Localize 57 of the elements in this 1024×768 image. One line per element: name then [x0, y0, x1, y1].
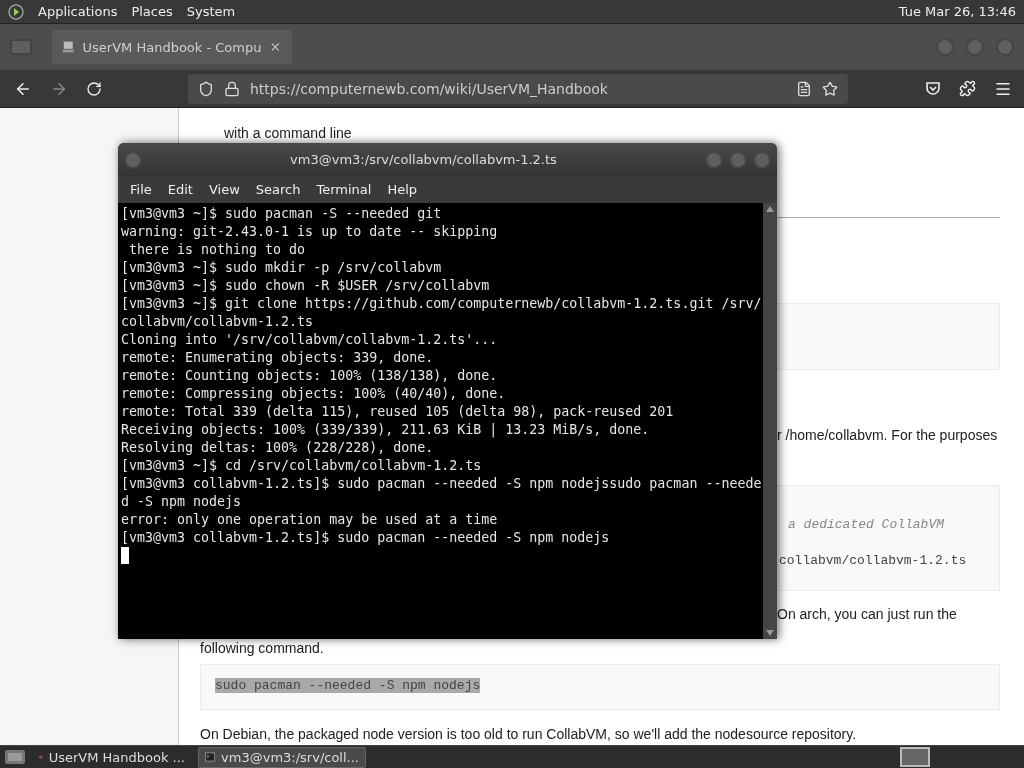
- terminal-line: [vm3@vm3 collabvm-1.2.ts]$ sudo pacman --needed -S npm nodejs: [121, 530, 610, 545]
- terminal-line: [vm3@vm3 ~]$ git clone https://github.com/computernewb/collabvm-1.2.ts.git /srv/: [121, 296, 762, 311]
- terminal-line: Receiving objects: 100% (339/339), 211.63 KiB | 13.23 MiB/s, done.: [121, 422, 650, 437]
- window-title: vm3@vm3:/srv/collabvm/collabvm-1.2.ts: [289, 152, 558, 167]
- paragraph-text: On arch, you can just run the: [777, 606, 957, 622]
- terminal-line: error: only one operation may be used at a time: [121, 512, 498, 527]
- code-line: collabvm/collabvm-1.2.ts: [779, 553, 967, 568]
- terminal-line: remote: Total 339 (delta 115), reused 105 (delta 98), pack-reused 201: [121, 404, 674, 419]
- menu-item[interactable]: View: [200, 182, 248, 197]
- computer-icon: [62, 40, 75, 54]
- menu-item[interactable]: Search: [247, 182, 309, 197]
- terminal-line: collabvm/collabvm-1.2.ts: [121, 314, 314, 329]
- lock-icon[interactable]: [224, 80, 240, 97]
- menu-item[interactable]: Edit: [159, 182, 201, 197]
- panel-menu[interactable]: System: [186, 4, 236, 19]
- shield-icon[interactable]: [198, 80, 214, 97]
- terminal-line: [vm3@vm3 ~]$ sudo chown -R $USER /srv/collabvm: [121, 278, 490, 293]
- taskbar-item[interactable]: vm3@vm3:/srv/coll...: [198, 746, 366, 768]
- menu-item[interactable]: Help: [379, 182, 426, 197]
- menu-item[interactable]: Terminal: [308, 182, 380, 197]
- workspace-switcher[interactable]: [900, 747, 930, 767]
- terminal-line: remote: Compressing objects: 100% (40/40), done.: [121, 386, 506, 401]
- terminal-line: [vm3@vm3 ~]$ sudo pacman -S --needed git: [121, 206, 442, 221]
- bookmark-star-icon[interactable]: [822, 80, 838, 97]
- scrollbar[interactable]: [763, 203, 777, 639]
- terminal-icon: [205, 750, 216, 764]
- paragraph-text: On Debian, the packaged node version is too old to run CollabVM, so we'll add the nodesource repository.: [200, 726, 857, 742]
- terminal-line: d -S npm nodejs: [121, 494, 242, 509]
- close-icon[interactable]: [269, 40, 282, 54]
- menu-item[interactable]: File: [122, 182, 160, 197]
- scroll-up-icon[interactable]: [766, 206, 774, 212]
- address-bar[interactable]: https://computernewb.com/wiki/UserVM_Handbook: [188, 73, 848, 104]
- terminal-line: warning: git-2.43.0-1 is up to date -- skipping: [121, 224, 498, 239]
- panel-menu[interactable]: Applications: [38, 4, 118, 19]
- terminal-line: Resolving deltas: 100% (228/228), done.: [121, 440, 434, 455]
- terminal-line: there is nothing to do: [128, 242, 306, 257]
- terminal-line: remote: Enumerating objects: 339, done.: [121, 350, 434, 365]
- terminal-line: [vm3@vm3 ~]$ cd /srv/collabvm/collabvm-1.2.ts: [121, 458, 482, 473]
- terminal-line: [vm3@vm3 ~]$ sudo mkdir -p /srv/collabvm: [121, 260, 442, 275]
- code-line: a dedicated CollabVM: [788, 517, 945, 532]
- paragraph-text: with a command line: [224, 125, 352, 141]
- terminal-line: [vm3@vm3 collabvm-1.2.ts]$ sudo pacman --needed -S npm nodejssudo pacman --neede: [121, 476, 762, 491]
- scroll-down-icon[interactable]: [766, 630, 774, 636]
- text-cursor: [121, 547, 129, 564]
- browser-tab[interactable]: UserVM Handbook - Compu: [52, 30, 292, 64]
- extensions-icon[interactable]: [959, 79, 976, 97]
- terminal-line: Cloning into '/srv/collabvm/collabvm-1.2.ts'...: [121, 332, 498, 347]
- panel-menu[interactable]: Places: [131, 4, 173, 19]
- pocket-icon[interactable]: [925, 79, 941, 96]
- paragraph-text: following command.: [200, 640, 324, 656]
- paragraph-text: r /home/collabvm. For the purposes: [777, 427, 998, 443]
- taskbar-item[interactable]: UserVM Handbook ...: [32, 746, 192, 768]
- clock[interactable]: Tue Mar 26, 13:46: [898, 4, 1016, 19]
- show-desktop-icon[interactable]: [4, 748, 26, 766]
- distro-logo-icon[interactable]: [8, 3, 24, 20]
- reader-view-icon[interactable]: [796, 80, 812, 97]
- terminal-line: remote: Counting objects: 100% (138/138), done.: [121, 368, 498, 383]
